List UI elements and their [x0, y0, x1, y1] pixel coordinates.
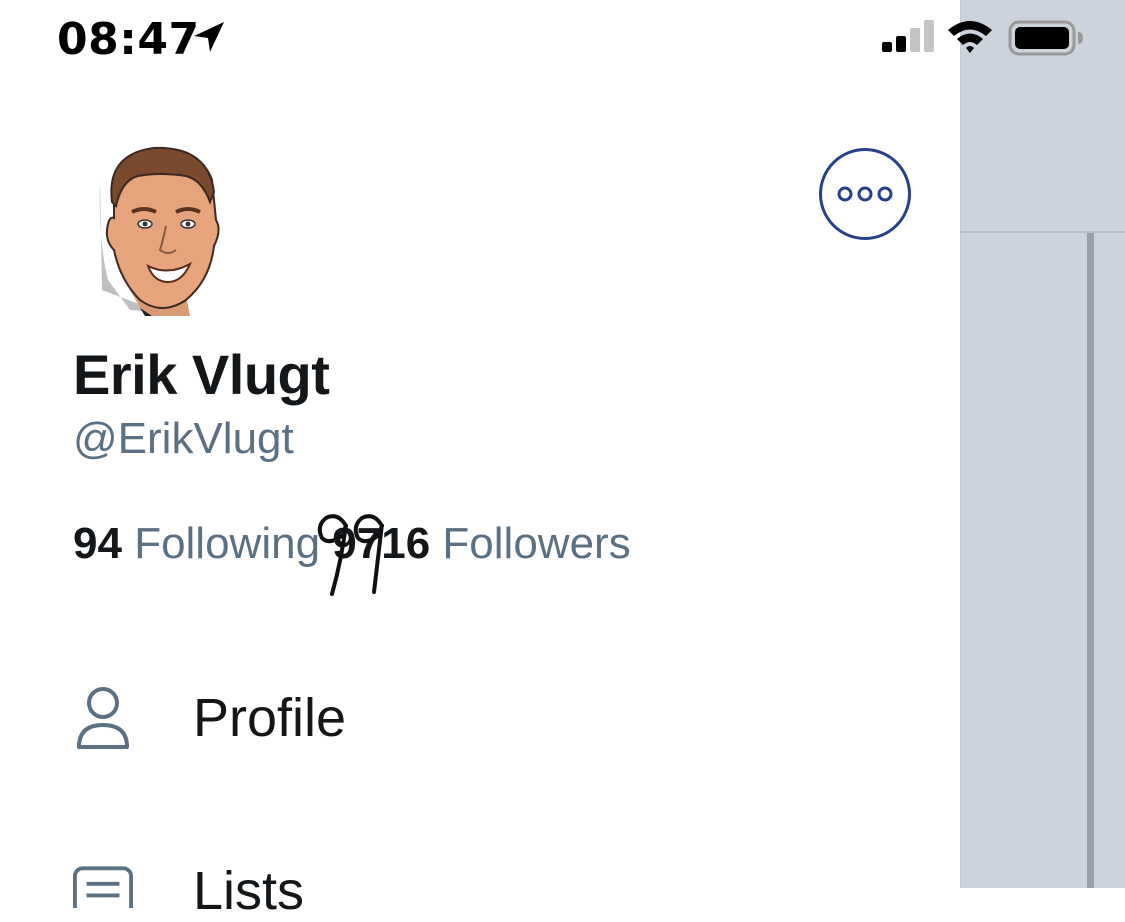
following-link[interactable]: 94 Following — [73, 519, 320, 568]
battery-icon — [1008, 20, 1083, 56]
divider — [1087, 233, 1094, 888]
user-handle[interactable]: @ErikVlugt — [73, 414, 294, 464]
main-timeline-backdrop[interactable] — [960, 0, 1125, 888]
divider — [960, 231, 1125, 233]
wifi-icon — [948, 21, 992, 53]
following-label: Following — [134, 519, 321, 568]
side-drawer: Erik Vlugt @ErikVlugt 94 Following 9716 … — [0, 0, 960, 921]
following-count: 94 — [73, 519, 122, 568]
divider — [960, 0, 961, 888]
menu-item-profile[interactable]: Profile — [73, 678, 346, 758]
person-icon — [73, 683, 133, 753]
avatar[interactable] — [90, 140, 224, 316]
status-time: 08:47 — [57, 14, 200, 65]
list-icon — [73, 843, 133, 913]
status-bar: 08:47 — [0, 0, 1125, 80]
menu-item-label: Lists — [193, 861, 305, 921]
more-dots-icon — [837, 186, 893, 202]
menu-item-lists[interactable]: Lists — [73, 838, 304, 921]
handwritten-annotation — [317, 514, 384, 596]
display-name[interactable]: Erik Vlugt — [73, 342, 330, 407]
menu-item-label: Profile — [193, 688, 347, 748]
followers-label: Followers — [442, 519, 631, 568]
more-options-button[interactable] — [819, 148, 911, 240]
cell-signal-icon — [882, 20, 934, 52]
location-arrow-icon — [194, 22, 224, 52]
